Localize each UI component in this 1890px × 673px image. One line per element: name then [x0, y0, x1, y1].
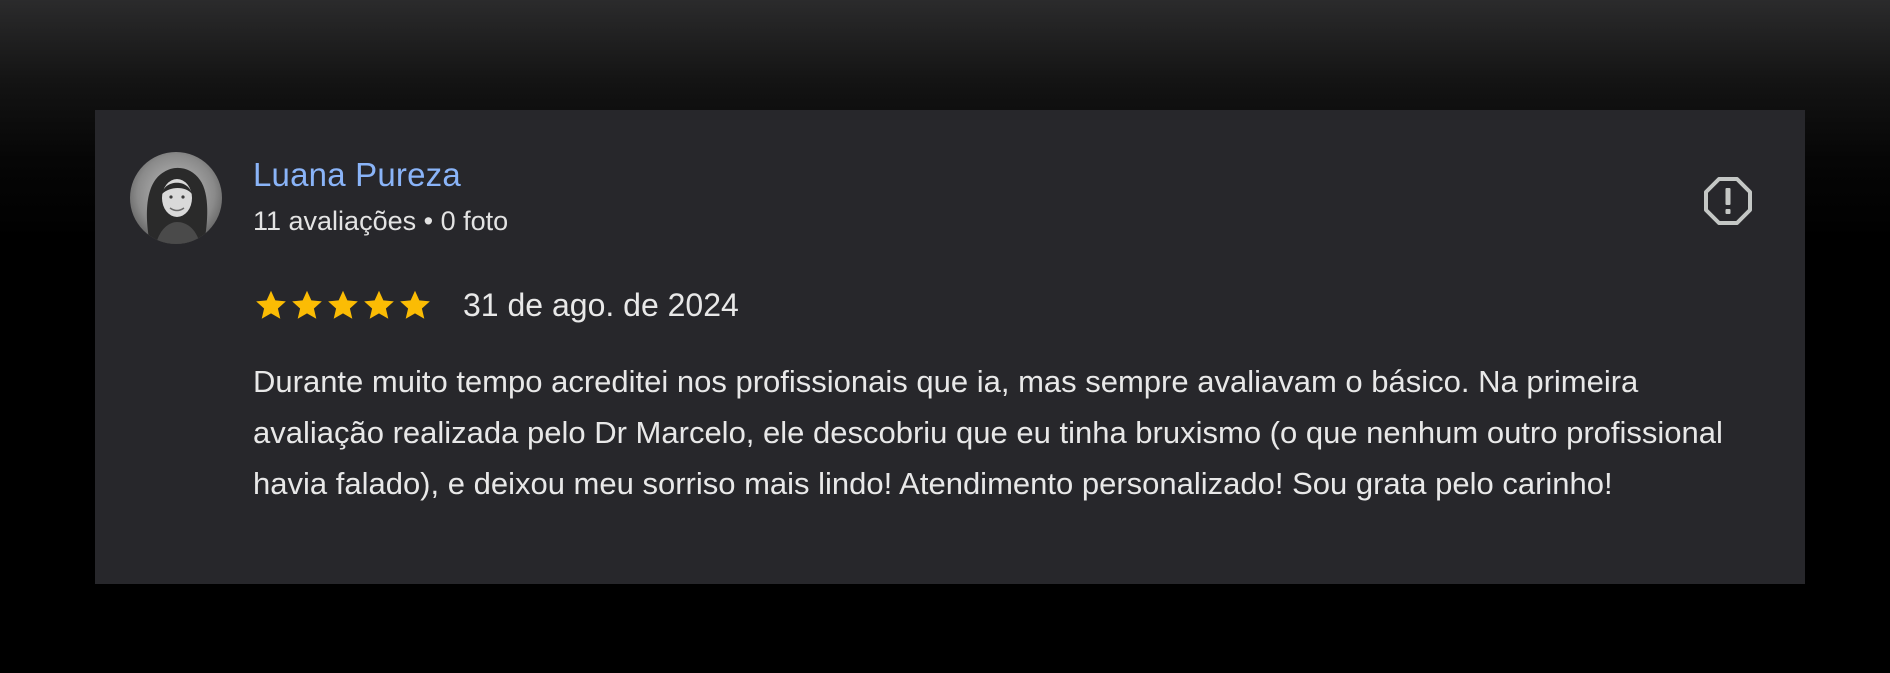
star-icon	[400, 290, 430, 319]
reviewer-meta: 11 avaliações • 0 foto	[253, 206, 509, 236]
star-icon	[292, 290, 322, 319]
review-text: Durante muito tempo acreditei nos profis…	[253, 364, 1723, 501]
star-icon	[364, 290, 394, 319]
review-date: 31 de ago. de 2024	[463, 286, 739, 323]
reviewer-name[interactable]: Luana Pureza	[253, 156, 461, 194]
star-icon	[256, 290, 286, 319]
report-icon	[1704, 177, 1752, 225]
review-card: Luana Pureza 11 avaliações • 0 foto 31 d…	[95, 110, 1805, 584]
star-rating	[253, 287, 433, 323]
avatar[interactable]	[130, 152, 222, 244]
star-icon	[328, 290, 358, 319]
rating-row: 31 de ago. de 2024	[253, 283, 739, 327]
report-button[interactable]	[1703, 176, 1753, 226]
avatar-photo-icon	[130, 152, 222, 244]
